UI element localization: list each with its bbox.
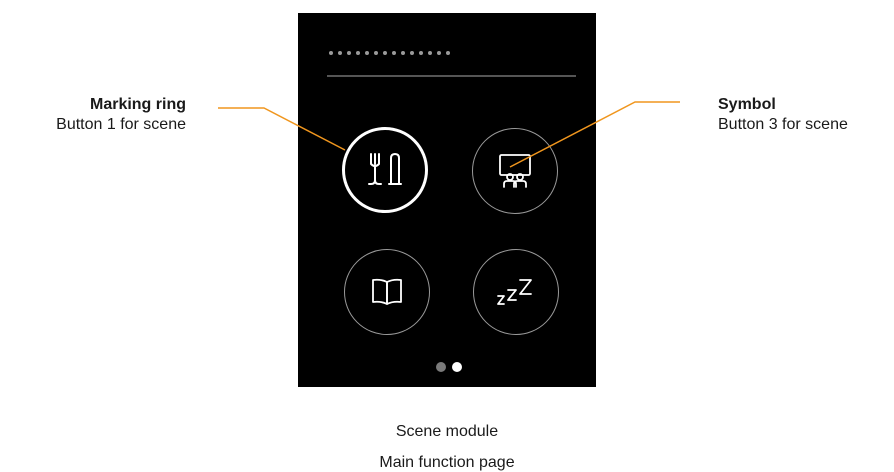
scene-button-3[interactable] — [472, 128, 558, 214]
callout-description: Button 3 for scene — [718, 116, 848, 133]
callout-title: Marking ring — [89, 96, 186, 113]
scene-button-1[interactable] — [342, 127, 428, 213]
presentation-icon — [499, 154, 531, 188]
cutlery-icon — [368, 153, 402, 185]
sleep-icon — [497, 279, 532, 305]
scene-button-4[interactable] — [473, 249, 559, 335]
caption-title: Scene module — [395, 423, 499, 440]
device-screen — [298, 13, 596, 387]
divider — [327, 75, 576, 77]
callout-marking-ring: Marking ring Button 1 for scene — [10, 95, 186, 135]
status-dots — [329, 51, 469, 57]
caption-subtitle: Main function page — [379, 454, 515, 471]
callout-description: Button 1 for scene — [56, 116, 186, 133]
page-dot-current[interactable] — [452, 362, 462, 372]
callout-title: Symbol — [718, 96, 776, 113]
callout-symbol: Symbol Button 3 for scene — [718, 95, 894, 135]
scene-button-2[interactable] — [344, 249, 430, 335]
page-dot[interactable] — [436, 362, 446, 372]
page-indicator — [436, 362, 462, 372]
book-icon — [372, 278, 402, 305]
